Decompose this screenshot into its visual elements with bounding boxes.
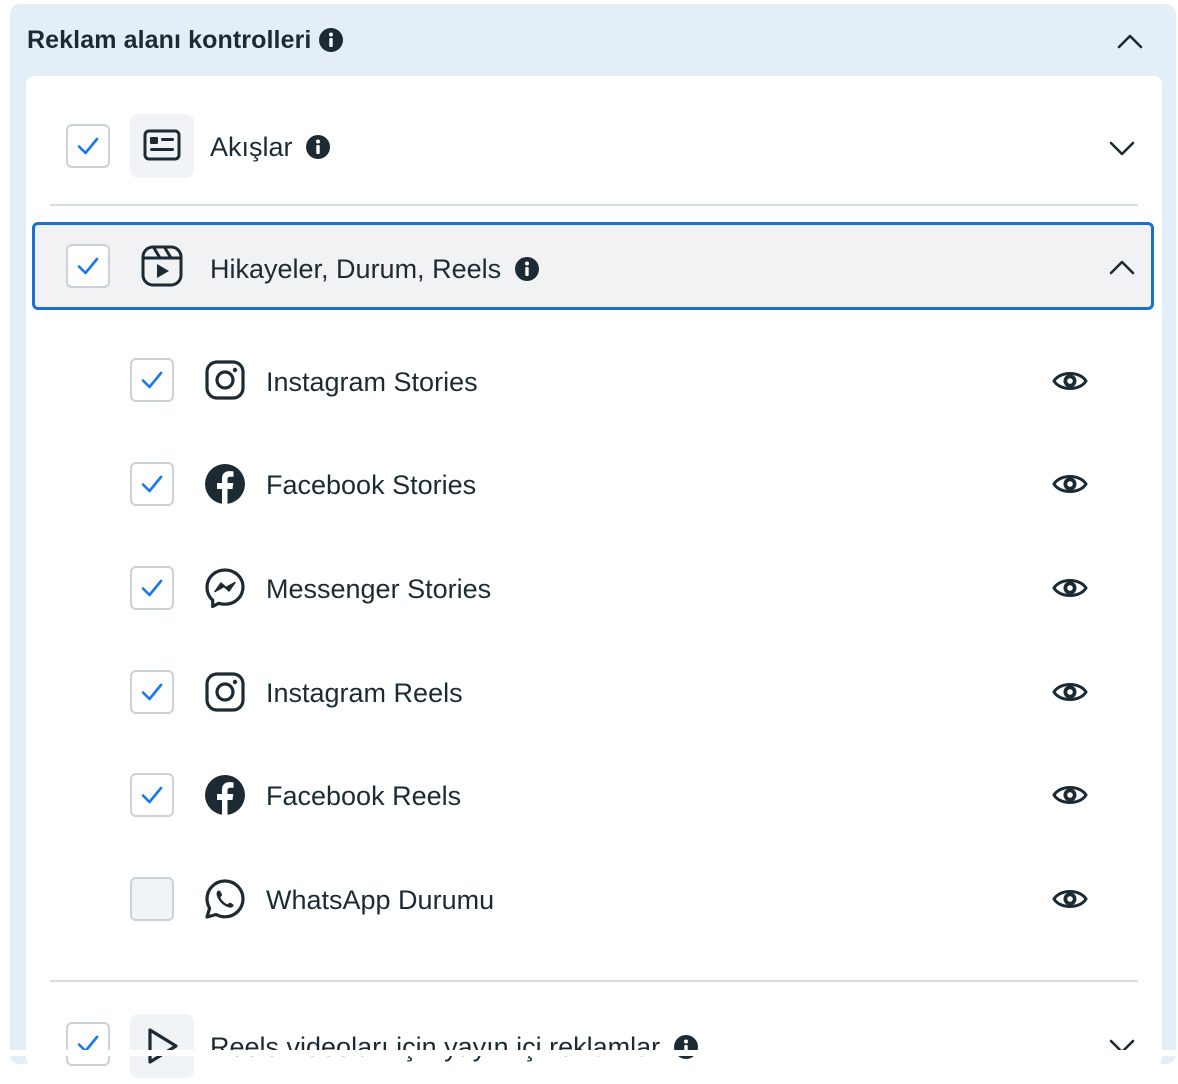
whatsapp-status-checkbox[interactable] [130, 877, 174, 921]
placement-row[interactable]: Facebook Reels [26, 753, 1162, 837]
instagram-icon [205, 672, 245, 712]
feeds-tile [130, 114, 194, 178]
placement-row[interactable]: Facebook Stories [26, 442, 1162, 526]
eye-icon[interactable] [1052, 777, 1088, 813]
group-row-stories[interactable]: Hikayeler, Durum, Reels [32, 222, 1154, 310]
reels-instream-tile [130, 1014, 194, 1078]
placement-label: Facebook Stories [266, 470, 477, 500]
stories-checkbox[interactable] [66, 244, 110, 288]
instagram-icon [205, 360, 245, 400]
check-icon [141, 475, 163, 493]
check-icon [77, 137, 99, 155]
panel-title: Reklam alanı kontrolleri [27, 26, 344, 55]
group-row-reels-instream[interactable]: Reels videoları için yayın içi reklamlar [26, 1012, 1162, 1084]
ad-placement-controls-panel: Reklam alanı kontrolleri Akışlar Hikayel… [10, 4, 1176, 1078]
placement-row[interactable]: Instagram Reels [26, 650, 1162, 734]
divider [50, 980, 1138, 982]
panel-title-text: Reklam alanı kontrolleri [27, 26, 312, 54]
feeds-checkbox[interactable] [66, 124, 110, 168]
placement-label: Messenger Stories [266, 574, 492, 604]
play-icon [148, 1028, 178, 1064]
facebook-reels-checkbox[interactable] [130, 773, 174, 817]
placements-card: Akışlar Hikayeler, Durum, Reels Instagra… [26, 76, 1162, 1078]
feeds-label: Akışlar [210, 132, 331, 164]
facebook-stories-checkbox[interactable] [130, 462, 174, 506]
stories-tile [130, 234, 194, 298]
feeds-label-text: Akışlar [210, 132, 293, 162]
eye-icon[interactable] [1052, 363, 1088, 399]
instagram-reels-checkbox[interactable] [130, 670, 174, 714]
placement-label: Facebook Reels [266, 781, 462, 811]
whatsapp-icon [205, 879, 245, 919]
feed-icon [143, 129, 181, 161]
info-icon[interactable] [514, 255, 539, 286]
viewport-bottom-edge [0, 1050, 1178, 1056]
placement-row[interactable]: WhatsApp Durumu [26, 857, 1162, 941]
facebook-icon [205, 464, 245, 504]
check-icon [141, 579, 163, 597]
reels-instream-label: Reels videoları için yayın içi reklamlar [210, 1032, 698, 1064]
placement-row[interactable]: Messenger Stories [26, 546, 1162, 630]
messenger-icon [205, 568, 245, 609]
eye-icon[interactable] [1052, 881, 1088, 917]
group-row-feeds[interactable]: Akışlar [26, 112, 1162, 184]
check-icon [141, 683, 163, 701]
eye-icon[interactable] [1052, 674, 1088, 710]
facebook-icon [205, 775, 245, 815]
stories-label: Hikayeler, Durum, Reels [210, 254, 539, 286]
reels-instream-checkbox[interactable] [66, 1022, 110, 1066]
placement-label: Instagram Reels [266, 678, 463, 708]
stories-label-text: Hikayeler, Durum, Reels [210, 254, 502, 284]
placement-label: WhatsApp Durumu [266, 885, 495, 915]
chevron-up-icon[interactable] [1108, 254, 1136, 282]
info-icon[interactable] [319, 28, 344, 59]
reels-instream-label-text: Reels videoları için yayın içi reklamlar [210, 1032, 661, 1062]
placement-row[interactable]: Instagram Stories [26, 338, 1162, 422]
placement-label: Instagram Stories [266, 367, 478, 397]
info-icon[interactable] [673, 1033, 698, 1064]
messenger-stories-checkbox[interactable] [130, 566, 174, 610]
divider [50, 204, 1138, 206]
check-icon [141, 371, 163, 389]
check-icon [141, 786, 163, 804]
info-icon[interactable] [306, 133, 331, 164]
check-icon [77, 257, 99, 275]
chevron-up-icon[interactable] [1116, 28, 1144, 56]
eye-icon[interactable] [1052, 466, 1088, 502]
chevron-down-icon[interactable] [1108, 134, 1136, 162]
reels-icon [141, 245, 183, 287]
panel-header[interactable]: Reklam alanı kontrolleri [10, 4, 1176, 76]
instagram-stories-checkbox[interactable] [130, 358, 174, 402]
eye-icon[interactable] [1052, 570, 1088, 606]
